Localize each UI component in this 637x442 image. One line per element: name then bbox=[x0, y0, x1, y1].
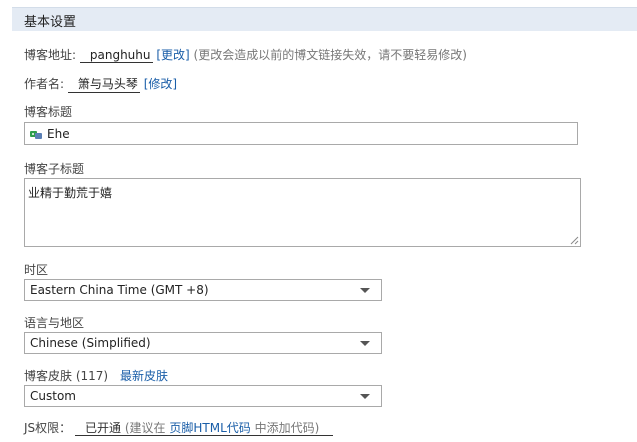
chevron-down-icon bbox=[360, 288, 370, 293]
blog-subtitle-value: 业精于勤荒于嬉 bbox=[28, 186, 113, 200]
language-select[interactable]: Chinese (Simplified) bbox=[24, 332, 382, 354]
skin-selected: Custom bbox=[30, 389, 76, 403]
js-status: 已开通 bbox=[85, 421, 122, 435]
blog-address-value: panghuhu bbox=[79, 48, 153, 63]
skin-select[interactable]: Custom bbox=[24, 385, 382, 407]
change-address-link[interactable]: [更改] bbox=[156, 48, 189, 62]
edit-author-link[interactable]: [修改] bbox=[144, 77, 177, 91]
js-hint-prefix: (建议在 bbox=[124, 421, 166, 435]
timezone-label: 时区 bbox=[24, 263, 49, 277]
timezone-select[interactable]: Eastern China Time (GMT +8) bbox=[24, 279, 382, 301]
language-label: 语言与地区 bbox=[24, 316, 85, 330]
js-label: JS权限： bbox=[24, 421, 72, 435]
new-skins-link[interactable]: 最新皮肤 bbox=[120, 369, 168, 383]
chevron-down-icon bbox=[360, 341, 370, 346]
blog-subtitle-textarea[interactable]: 业精于勤荒于嬉 bbox=[24, 178, 581, 247]
skin-label: 博客皮肤 bbox=[24, 369, 73, 383]
language-selected: Chinese (Simplified) bbox=[30, 336, 151, 350]
timezone-selected: Eastern China Time (GMT +8) bbox=[30, 283, 209, 297]
skin-label-row: 博客皮肤 (117) 最新皮肤 bbox=[24, 367, 168, 384]
mini-emoji-icon bbox=[30, 131, 42, 139]
blog-address-label: 博客地址: bbox=[24, 48, 77, 62]
section-title: 基本设置 bbox=[24, 15, 77, 30]
chevron-down-icon bbox=[360, 394, 370, 399]
resize-grip-icon[interactable] bbox=[570, 236, 579, 245]
skin-count: (117) bbox=[75, 369, 109, 383]
author-label: 作者名: bbox=[24, 77, 65, 91]
author-value: 箫与马头琴 bbox=[67, 75, 140, 93]
blog-title-value: Ehe bbox=[47, 127, 70, 141]
blog-address-row: 博客地址: panghuhu [更改] (更改会造成以前的博文链接失效，请不要轻… bbox=[24, 46, 467, 63]
js-status-line: 已开通 (建议在 页脚HTML代码 中添加代码) bbox=[75, 421, 334, 436]
js-permission-row: JS权限： 已开通 (建议在 页脚HTML代码 中添加代码) bbox=[24, 419, 334, 436]
blog-title-label: 博客标题 bbox=[24, 105, 73, 119]
address-change-hint: (更改会造成以前的博文链接失效，请不要轻易修改) bbox=[193, 48, 467, 62]
blog-subtitle-label: 博客子标题 bbox=[24, 162, 85, 176]
section-header: 基本设置 bbox=[12, 7, 637, 31]
blog-title-input[interactable]: Ehe bbox=[24, 122, 578, 145]
author-row: 作者名: 箫与马头琴 [修改] bbox=[24, 75, 177, 93]
footer-html-link[interactable]: 页脚HTML代码 bbox=[169, 421, 250, 435]
js-hint-suffix: 中添加代码) bbox=[254, 421, 320, 435]
